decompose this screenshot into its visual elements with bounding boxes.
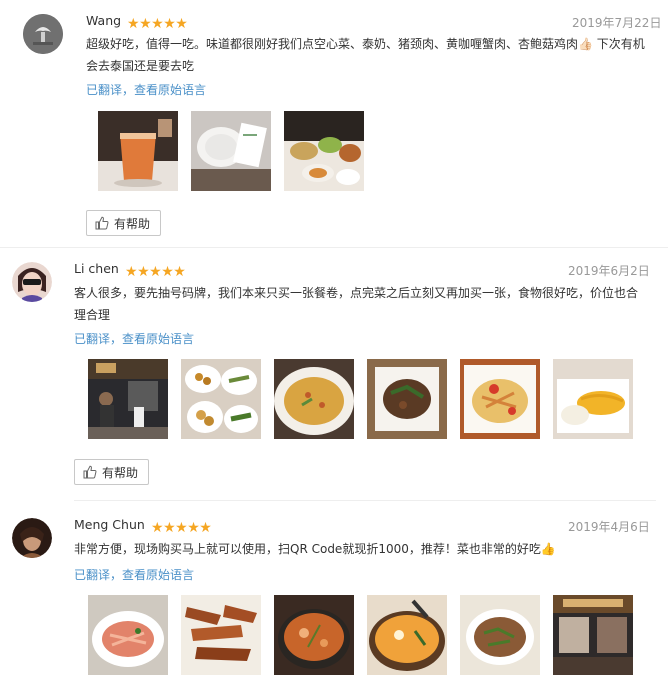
star-icon: ★ <box>139 16 152 32</box>
review-photo[interactable] <box>88 595 168 675</box>
review-photo[interactable] <box>553 595 633 675</box>
review-photo[interactable] <box>367 595 447 675</box>
review-photo[interactable] <box>284 111 364 191</box>
avatar[interactable] <box>12 262 52 302</box>
rating-stars: ★★★★★ <box>151 517 212 536</box>
review-photo[interactable] <box>460 595 540 675</box>
divider <box>0 247 668 248</box>
review-text: 超级好吃，值得一吃。味道都很刚好我们点空心菜、泰奶、猪颈肉、黄咖喱蟹肉、杏鲍菇鸡… <box>86 37 645 73</box>
review-photo[interactable] <box>274 595 354 675</box>
star-icon: ★ <box>163 520 176 536</box>
star-icon: ★ <box>125 264 138 280</box>
review-photo[interactable] <box>367 359 447 439</box>
photo-list <box>88 595 646 675</box>
review-text: 非常方便，现场购买马上就可以使用，扫QR Code就现折1000，推荐！菜也非常… <box>74 542 556 556</box>
star-icon: ★ <box>151 520 164 536</box>
star-icon: ★ <box>163 16 176 32</box>
review-photo[interactable] <box>88 359 168 439</box>
photo-list <box>98 111 377 191</box>
review-date: 2019年4月6日 <box>568 520 650 534</box>
rating-stars: ★★★★★ <box>127 13 188 32</box>
review-photo[interactable] <box>191 111 271 191</box>
review-photo[interactable] <box>98 111 178 191</box>
helpful-label: 有帮助 <box>102 465 139 480</box>
star-icon: ★ <box>175 520 188 536</box>
reviewer-name[interactable]: Meng Chun <box>74 517 145 532</box>
rating-stars: ★★★★★ <box>125 261 186 280</box>
review-text: 客人很多，要先抽号码牌，我们本来只买一张餐卷，点完菜之后立刻又再加买一张，食物很… <box>74 286 639 322</box>
star-icon: ★ <box>149 264 162 280</box>
review-date: 2019年7月22日 <box>572 16 662 30</box>
view-original-link[interactable]: 已翻译，查看原始语言 <box>74 566 194 583</box>
review-photo[interactable] <box>274 359 354 439</box>
star-icon: ★ <box>151 16 164 32</box>
star-icon: ★ <box>173 264 186 280</box>
avatar[interactable] <box>23 14 63 54</box>
reviewer-name[interactable]: Li chen <box>74 261 119 276</box>
thumbs-up-icon <box>83 465 97 479</box>
divider <box>74 500 656 501</box>
star-icon: ★ <box>137 264 150 280</box>
helpful-label: 有帮助 <box>114 216 151 231</box>
review-date: 2019年6月2日 <box>568 264 650 278</box>
thumbs-up-icon <box>95 216 109 230</box>
helpful-button[interactable]: 有帮助 <box>86 210 162 236</box>
review-photo[interactable] <box>553 359 633 439</box>
helpful-button[interactable]: 有帮助 <box>74 459 150 485</box>
reviewer-name[interactable]: Wang <box>86 13 121 28</box>
star-icon: ★ <box>175 16 188 32</box>
star-icon: ★ <box>127 16 140 32</box>
star-icon: ★ <box>187 520 200 536</box>
avatar[interactable] <box>12 518 52 558</box>
photo-list <box>88 359 646 439</box>
star-icon: ★ <box>199 520 212 536</box>
view-original-link[interactable]: 已翻译，查看原始语言 <box>86 81 206 98</box>
review-photo[interactable] <box>460 359 540 439</box>
review-photo[interactable] <box>181 595 261 675</box>
review-photo[interactable] <box>181 359 261 439</box>
star-icon: ★ <box>161 264 174 280</box>
view-original-link[interactable]: 已翻译，查看原始语言 <box>74 330 194 347</box>
